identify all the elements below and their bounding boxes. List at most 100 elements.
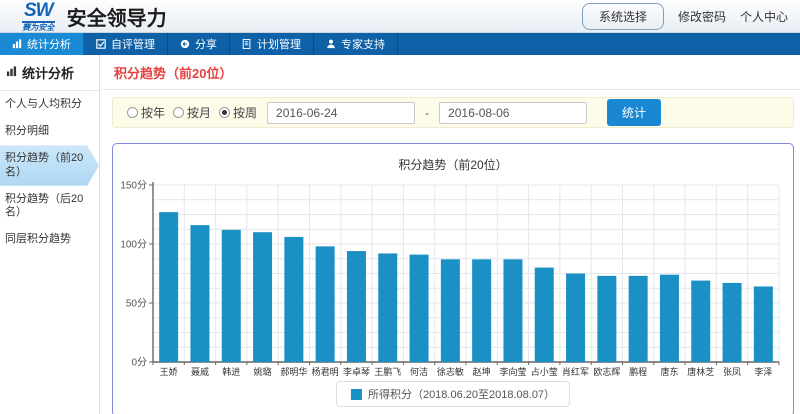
page: SW 赛为安全 安全领导力 系统选择 修改密码 个人中心 统计分析 自评管理 <box>0 0 800 414</box>
personal-center-link[interactable]: 个人中心 <box>740 8 788 25</box>
main-nav: 统计分析 自评管理 分享 计划管理 专家支持 <box>0 33 800 55</box>
system-select-button[interactable]: 系统选择 <box>582 3 664 30</box>
x-axis-label: 李向莹 <box>499 366 526 377</box>
bar[interactable] <box>441 259 460 362</box>
nav-tab-label: 专家支持 <box>341 36 385 52</box>
chart-legend[interactable]: 所得积分（2018.06.20至2018.08.07） <box>336 381 570 407</box>
nav-tab-self-review[interactable]: 自评管理 <box>84 33 168 55</box>
share-icon <box>180 39 190 49</box>
bar[interactable] <box>629 276 648 362</box>
radio-circle-icon <box>127 107 138 118</box>
page-title: 积分趋势（前20位） <box>100 55 800 90</box>
bar[interactable] <box>472 259 491 362</box>
x-axis-label: 徐志敏 <box>437 366 464 377</box>
nav-tab-statistics[interactable]: 统计分析 <box>0 33 84 55</box>
svg-text:50分: 50分 <box>126 298 147 310</box>
radio-by-week[interactable]: 按周 <box>219 104 257 121</box>
brand-logo[interactable]: SW 赛为安全 <box>22 1 55 32</box>
person-icon <box>326 39 336 49</box>
bar[interactable] <box>535 268 554 362</box>
sidebar-item-same-level-trend[interactable]: 同层积分趋势 <box>0 226 99 253</box>
document-icon <box>242 39 252 49</box>
x-axis-label: 鹏程 <box>629 366 647 377</box>
legend-swatch <box>351 389 362 400</box>
radio-label: 按年 <box>141 104 165 121</box>
bar[interactable] <box>159 212 178 362</box>
legend-label: 所得积分（2018.06.20至2018.08.07） <box>368 386 555 402</box>
x-axis-label: 王鹏飞 <box>374 366 401 377</box>
bar-chart: 0分 50分 100分 150分王娇 聂威 韩进 姚璐郝明华杨君明李卓琴王鹏飞何洁徐志敏赵坤… <box>115 179 791 378</box>
radio-label: 按周 <box>233 104 257 121</box>
sidebar-title: 统计分析 <box>0 55 99 91</box>
sidebar-item-points-detail[interactable]: 积分明细 <box>0 118 99 145</box>
x-axis-label: 杨君明 <box>312 366 339 377</box>
nav-tab-label: 计划管理 <box>257 36 301 52</box>
x-axis-label: 赵坤 <box>473 366 491 377</box>
x-axis-label: 唐林芝 <box>687 366 714 377</box>
svg-text:0分: 0分 <box>131 357 147 369</box>
end-date-input[interactable] <box>439 102 587 124</box>
radio-label: 按月 <box>187 104 211 121</box>
bar[interactable] <box>566 274 585 363</box>
nav-tab-label: 分享 <box>195 36 217 52</box>
bar[interactable] <box>253 232 272 362</box>
filter-bar: 按年 按月 按周 - 统计 <box>112 97 794 128</box>
statistics-submit-button[interactable]: 统计 <box>607 99 661 126</box>
bar[interactable] <box>222 230 241 362</box>
nav-tab-share[interactable]: 分享 <box>168 33 230 55</box>
logo-brand-text: 赛为安全 <box>22 24 54 32</box>
bar-chart-icon <box>6 65 17 80</box>
bar[interactable] <box>503 259 522 362</box>
x-axis-label: 唐东 <box>660 366 678 377</box>
bar[interactable] <box>347 251 366 362</box>
bar[interactable] <box>754 286 773 362</box>
x-axis-label: 郝明华 <box>280 366 307 377</box>
sidebar: 统计分析 个人与人均积分 积分明细 积分趋势（前20名） 积分趋势（后20名） … <box>0 55 100 414</box>
nav-tab-label: 自评管理 <box>111 36 155 52</box>
check-square-icon <box>96 39 106 49</box>
period-radio-group: 按年 按月 按周 <box>127 104 257 121</box>
x-axis-label: 聂威 <box>191 366 209 377</box>
bar[interactable] <box>597 276 616 362</box>
sidebar-item-points-trend-bottom20[interactable]: 积分趋势（后20名） <box>0 186 99 226</box>
bar[interactable] <box>660 275 679 362</box>
x-axis-label: 何洁 <box>410 366 428 377</box>
change-password-link[interactable]: 修改密码 <box>678 8 726 25</box>
bar[interactable] <box>691 281 710 362</box>
bar[interactable] <box>723 283 742 362</box>
x-axis-label: 占小莹 <box>531 366 558 377</box>
nav-tab-plan[interactable]: 计划管理 <box>230 33 314 55</box>
app-header: SW 赛为安全 安全领导力 系统选择 修改密码 个人中心 <box>0 0 800 33</box>
radio-by-month[interactable]: 按月 <box>173 104 211 121</box>
svg-text:150分: 150分 <box>120 180 147 192</box>
sidebar-item-points-trend-top20[interactable]: 积分趋势（前20名） <box>0 145 99 185</box>
sidebar-item-personal-average-points[interactable]: 个人与人均积分 <box>0 91 99 118</box>
bar[interactable] <box>190 225 209 362</box>
x-axis-label: 韩进 <box>222 366 240 377</box>
nav-tab-label: 统计分析 <box>27 36 71 52</box>
bar[interactable] <box>410 255 429 362</box>
x-axis-label: 王娇 <box>160 367 178 377</box>
app-title: 安全领导力 <box>67 2 167 31</box>
radio-circle-icon <box>173 107 184 118</box>
bar[interactable] <box>284 237 303 362</box>
x-axis-label: 肖红军 <box>562 366 589 377</box>
x-axis-label: 姚璐 <box>254 366 272 377</box>
bar[interactable] <box>316 246 335 362</box>
x-axis-label: 张凤 <box>723 367 741 377</box>
start-date-input[interactable] <box>267 102 415 124</box>
x-axis-label: 李泽 <box>754 366 772 377</box>
logo-sw-mark: SW <box>22 1 55 23</box>
sidebar-title-label: 统计分析 <box>22 63 74 82</box>
x-axis-label: 李卓琴 <box>343 366 370 377</box>
svg-text:100分: 100分 <box>120 239 147 251</box>
chart-title: 积分趋势（前20位） <box>113 156 793 173</box>
bar-chart-icon <box>12 39 22 49</box>
main-content: 积分趋势（前20位） 按年 按月 按周 <box>100 55 800 414</box>
radio-by-year[interactable]: 按年 <box>127 104 165 121</box>
nav-tab-expert[interactable]: 专家支持 <box>314 33 398 55</box>
x-axis-label: 欧志辉 <box>593 366 620 377</box>
radio-circle-icon <box>219 107 230 118</box>
chart-panel: 积分趋势（前20位） 0分 50分 100分 150分王娇 聂威 韩进 姚璐郝明华杨君明李卓… <box>112 143 794 414</box>
bar[interactable] <box>378 253 397 362</box>
